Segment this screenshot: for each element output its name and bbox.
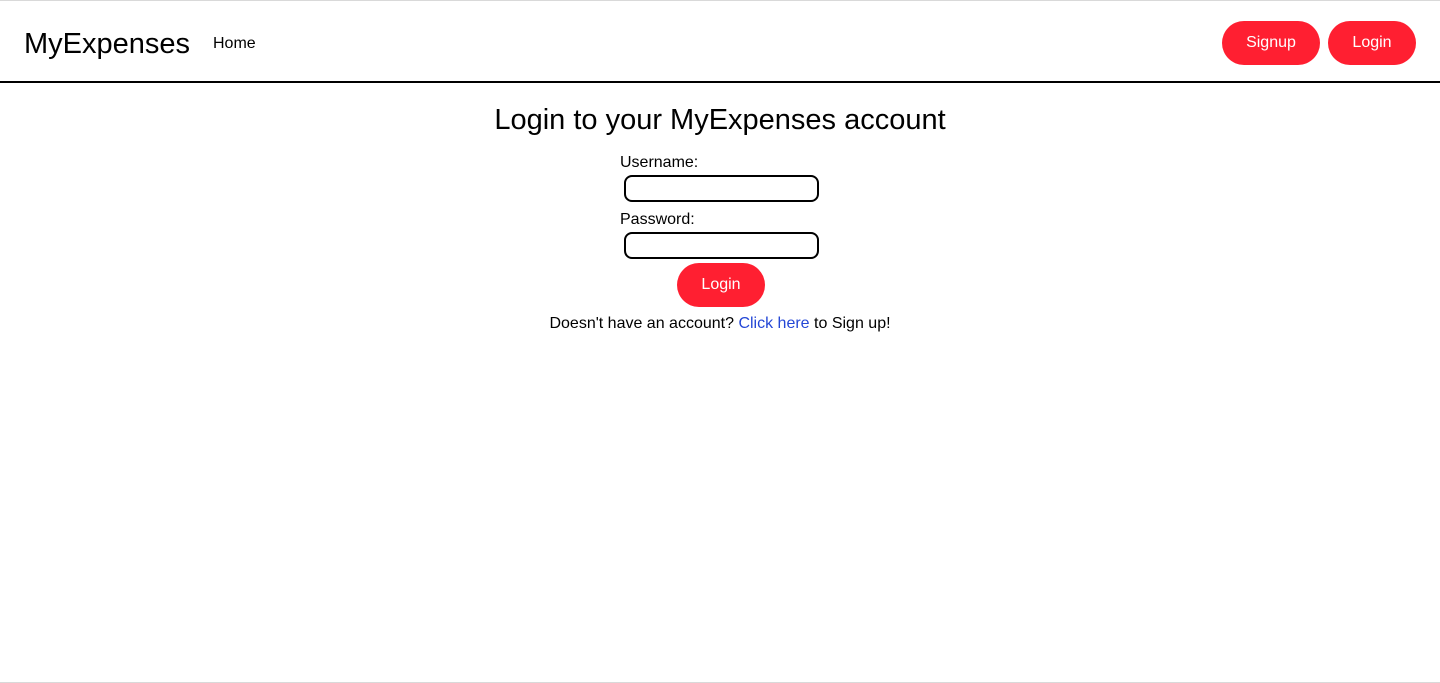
nav-home-link[interactable]: Home — [213, 33, 256, 55]
signup-prompt-before: Doesn't have an account? — [549, 315, 734, 332]
login-form: Username: Password: Login — [620, 137, 820, 307]
signup-prompt-after: to Sign up! — [814, 315, 891, 332]
brand-logo[interactable]: MyExpenses — [24, 25, 190, 63]
nav-actions: Signup Login — [1222, 21, 1416, 65]
login-submit-button[interactable]: Login — [677, 263, 765, 307]
signup-prompt: Doesn't have an account? Click here to S… — [0, 313, 1440, 335]
signup-button[interactable]: Signup — [1222, 21, 1320, 65]
signup-link[interactable]: Click here — [738, 315, 809, 332]
password-input[interactable] — [624, 232, 819, 259]
login-section: Login to your MyExpenses account Usernam… — [0, 103, 1440, 335]
login-button[interactable]: Login — [1328, 21, 1416, 65]
page: MyExpenses Home Signup Login Login to yo… — [0, 0, 1440, 683]
page-title: Login to your MyExpenses account — [494, 104, 946, 136]
navbar: MyExpenses Home Signup Login — [0, 1, 1440, 83]
username-input[interactable] — [624, 175, 819, 202]
password-label: Password: — [620, 211, 695, 228]
submit-wrap: Login — [620, 263, 820, 307]
username-label: Username: — [620, 154, 699, 171]
